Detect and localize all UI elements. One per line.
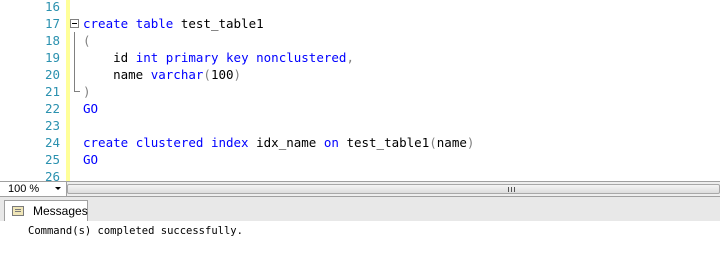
fold-guide-line <box>74 32 75 91</box>
code-line[interactable]: 25 GO <box>0 151 720 168</box>
code-text[interactable]: create clustered index idx_name on test_… <box>83 134 474 151</box>
tab-messages[interactable]: Messages <box>4 200 88 221</box>
grip-icon <box>508 187 516 192</box>
scrollbar-thumb[interactable] <box>67 184 720 194</box>
code-line[interactable]: 22 GO <box>0 100 720 117</box>
code-text[interactable]: ) <box>83 83 91 100</box>
zoom-value: 100 % <box>8 183 40 195</box>
tab-messages-label: Messages <box>33 204 88 218</box>
code-line[interactable]: 18 ( <box>0 32 720 49</box>
collapse-icon[interactable] <box>70 19 79 28</box>
fold-guide-end <box>74 91 80 92</box>
code-line[interactable]: 23 <box>0 117 720 134</box>
line-number: 16 <box>44 0 60 14</box>
code-line[interactable]: 16 <box>0 0 720 15</box>
line-number: 24 <box>44 135 60 150</box>
horizontal-scrollbar[interactable] <box>67 184 720 194</box>
results-tab-strip: Messages <box>0 197 720 222</box>
line-number: 18 <box>44 33 60 48</box>
line-number: 26 <box>44 169 60 181</box>
code-line[interactable]: 24 create clustered index idx_name on tes… <box>0 134 720 151</box>
editor-status-row: 100 % <box>0 181 720 197</box>
line-number: 22 <box>44 101 60 116</box>
messages-icon <box>12 206 24 216</box>
zoom-dropdown[interactable]: 100 % <box>0 182 67 196</box>
line-number: 17 <box>44 16 60 31</box>
messages-pane: Command(s) completed successfully. <box>0 221 720 270</box>
code-line[interactable]: 26 <box>0 168 720 181</box>
line-number: 19 <box>44 50 60 65</box>
code-line[interactable]: 21) <box>0 83 720 100</box>
code-text[interactable]: name varchar(100) <box>83 66 241 83</box>
code-text[interactable]: ( <box>83 32 91 49</box>
line-number: 20 <box>44 67 60 82</box>
line-number: 23 <box>44 118 60 133</box>
code-line[interactable]: 20 name varchar(100) <box>0 66 720 83</box>
line-number: 25 <box>44 152 60 167</box>
code-line[interactable]: 19 id int primary key nonclustered, <box>0 49 720 66</box>
code-line[interactable]: 17 create table test_table1 <box>0 15 720 32</box>
sql-editor[interactable]: 16 17 create table test_table1 18 (19 id int… <box>0 0 720 181</box>
dropdown-arrow-icon <box>55 187 61 190</box>
line-number: 21 <box>44 84 60 99</box>
code-text[interactable]: id int primary key nonclustered, <box>83 49 354 66</box>
code-text[interactable]: GO <box>83 100 98 117</box>
code-text[interactable]: create table test_table1 <box>83 15 264 32</box>
code-text[interactable]: GO <box>83 151 98 168</box>
result-message: Command(s) completed successfully. <box>28 225 243 237</box>
